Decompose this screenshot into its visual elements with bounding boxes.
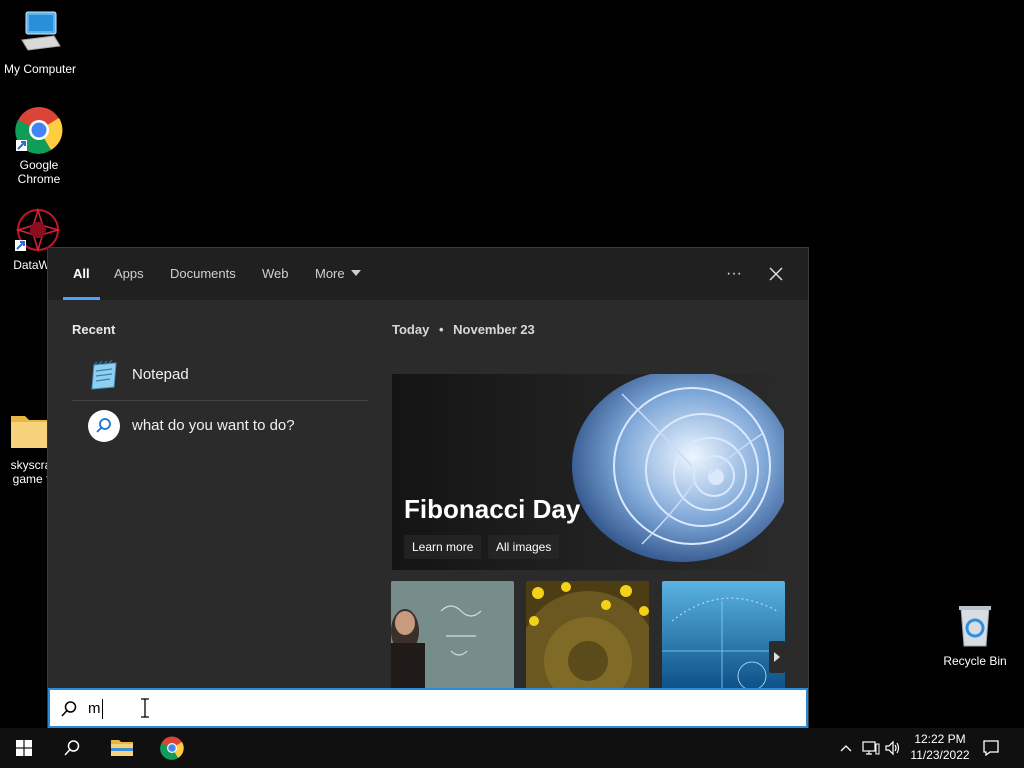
show-hidden-icons-button[interactable] (838, 740, 854, 756)
i-beam-cursor-icon (141, 698, 149, 718)
spiral-graph-image (662, 581, 785, 691)
recent-item-notepad[interactable]: Notepad (72, 350, 368, 400)
chevron-down-icon (350, 270, 361, 276)
notifications-button[interactable] (982, 739, 1000, 757)
search-icon (61, 701, 77, 717)
search-input[interactable]: m (88, 700, 101, 717)
hero-title: Fibonacci Day (404, 494, 581, 524)
tab-documents[interactable]: Documents (170, 248, 236, 300)
sunflower-image (526, 581, 649, 691)
thumbnail-chalkboard[interactable] (391, 581, 514, 691)
recent-item-label: what do you want to do? (132, 417, 295, 434)
thumbnail-spiral-graph[interactable] (662, 581, 785, 691)
taskbar: 12:22 PM 11/23/2022 (0, 728, 1024, 768)
all-images-button[interactable]: All images (488, 535, 560, 559)
today-separator: • (438, 322, 444, 337)
learn-more-button[interactable]: Learn more (404, 535, 482, 559)
taskbar-chrome[interactable] (148, 728, 196, 768)
today-date: Today • November 23 (392, 322, 535, 337)
more-options-button[interactable]: ··· (720, 260, 748, 288)
today-label: Today (392, 322, 430, 337)
network-icon (862, 741, 880, 755)
chevron-up-icon (840, 745, 852, 752)
tab-all[interactable]: All (63, 248, 100, 300)
clock-date: 11/23/2022 (910, 748, 970, 762)
hero-card[interactable]: Fibonacci Day Learn more All images (392, 374, 784, 570)
close-button[interactable] (762, 260, 790, 288)
start-button[interactable] (0, 728, 48, 768)
ellipsis-icon: ··· (726, 265, 742, 282)
search-tabs: All Apps Documents Web More ··· (48, 248, 808, 300)
search-icon (64, 740, 80, 756)
chrome-icon (15, 106, 63, 154)
recent-item-search-suggestion[interactable]: what do you want to do? (72, 401, 368, 451)
recycle-bin-icon (951, 602, 999, 650)
file-explorer-icon (111, 740, 133, 756)
search-panel: All Apps Documents Web More ··· Recent N… (47, 247, 809, 729)
text-cursor (102, 699, 103, 719)
volume-button[interactable] (884, 740, 902, 756)
thumbnails-next-button[interactable] (769, 641, 785, 673)
today-date-value: November 23 (453, 322, 535, 337)
tab-more[interactable]: More (315, 248, 361, 300)
recent-heading: Recent (72, 322, 116, 337)
taskbar-search-button[interactable] (48, 728, 96, 768)
search-box[interactable]: m (48, 688, 808, 728)
network-button[interactable] (862, 740, 880, 756)
taskbar-file-explorer[interactable] (98, 728, 146, 768)
desktop-icon-label: Recycle Bin (943, 654, 1007, 668)
chrome-icon (160, 736, 184, 760)
computer-icon (16, 10, 64, 58)
desktop-icon-recycle-bin[interactable]: Recycle Bin (935, 602, 1015, 668)
close-icon (769, 267, 783, 281)
notepad-icon (91, 359, 117, 390)
tab-web[interactable]: Web (262, 248, 289, 300)
desktop-icon-google-chrome[interactable]: Google Chrome (0, 106, 79, 186)
speaker-icon (885, 740, 900, 756)
recent-item-label: Notepad (132, 366, 189, 383)
tab-more-label: More (315, 266, 345, 281)
notification-icon (983, 740, 999, 757)
windows-icon (16, 740, 32, 756)
desktop-icon-label: My Computer (3, 62, 77, 76)
clock-time: 12:22 PM (914, 732, 966, 746)
search-icon (88, 410, 120, 442)
clock[interactable]: 12:22 PM 11/23/2022 (908, 731, 972, 763)
desktop-icon-label: Google Chrome (17, 158, 61, 186)
tab-apps[interactable]: Apps (114, 248, 144, 300)
desktop-icon-my-computer[interactable]: My Computer (0, 10, 80, 76)
thumbnail-sunflower[interactable] (526, 581, 649, 691)
chalkboard-image (391, 581, 514, 691)
